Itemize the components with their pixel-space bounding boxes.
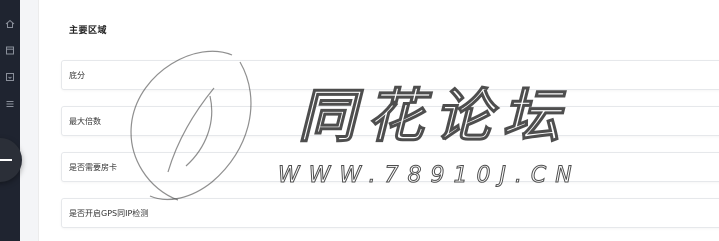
row-label: 最大倍数 — [69, 117, 101, 126]
select-base-score[interactable]: 底分 — [61, 60, 719, 90]
select-room-card[interactable]: 是否需要房卡 — [61, 152, 719, 182]
box-icon[interactable] — [3, 70, 17, 84]
row-label: 是否需要房卡 — [69, 163, 117, 172]
section-title: 主要区域 — [69, 26, 108, 36]
collapse-icon — [0, 159, 12, 161]
row-label: 是否开启GPS同IP检测 — [69, 209, 149, 218]
row-label: 底分 — [69, 71, 85, 80]
home-icon[interactable] — [3, 17, 17, 31]
select-gps-ip-check[interactable]: 是否开启GPS同IP检测 — [61, 198, 719, 228]
list-icon[interactable] — [3, 97, 17, 111]
calendar-icon[interactable] — [3, 43, 17, 57]
select-max-multiplier[interactable]: 最大倍数 — [61, 106, 719, 136]
side-rail — [0, 0, 20, 241]
main-panel: 主要区域 底分 最大倍数 是否需要房卡 是否开启GPS同IP检测 — [38, 0, 719, 241]
